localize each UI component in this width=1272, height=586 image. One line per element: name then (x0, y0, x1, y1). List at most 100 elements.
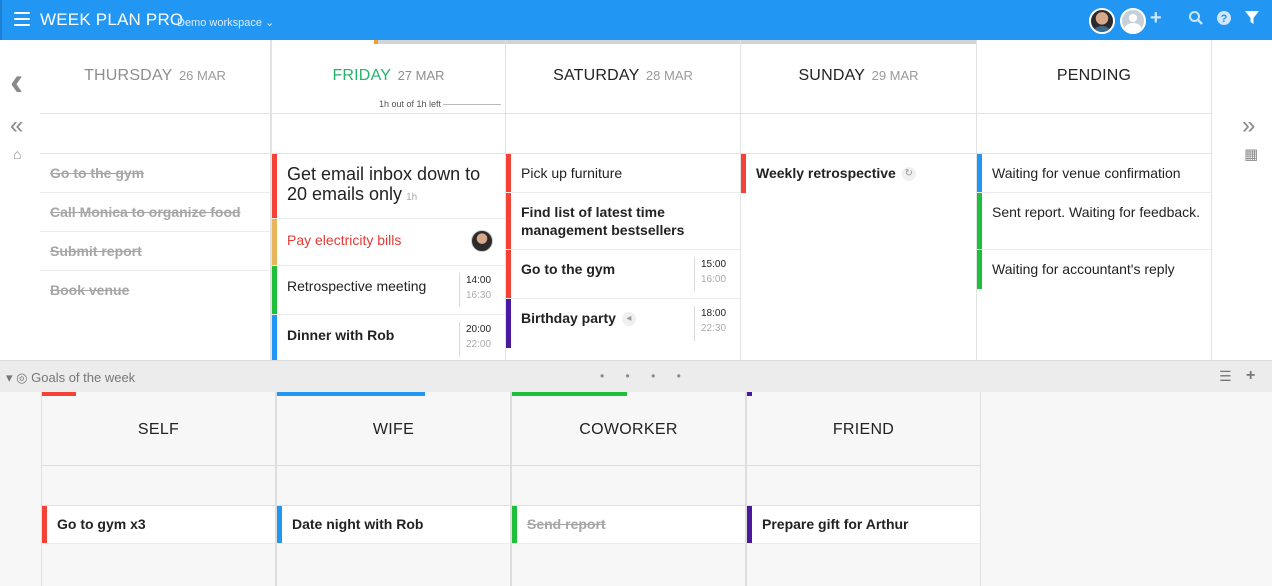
day-name: SATURDAY (553, 67, 640, 84)
pending-column: PENDING Waiting for venue confirmation S… (977, 40, 1212, 360)
task-title: Weekly retrospective (756, 165, 896, 181)
task-card[interactable]: Waiting for venue confirmation (977, 154, 1211, 193)
pending-title: PENDING (1056, 67, 1132, 84)
menu-icon[interactable] (14, 12, 30, 26)
user-avatar[interactable] (1089, 8, 1115, 34)
goal-task-title: Prepare gift for Arthur (762, 516, 909, 532)
add-task-area[interactable] (40, 114, 270, 154)
task-title: Get email inbox down to 20 emails only (287, 164, 481, 204)
end-time: 16:30 (466, 290, 492, 301)
end-time: 16:00 (701, 274, 727, 285)
empty-avatar[interactable] (1120, 8, 1146, 34)
goal-column-coworker: COWORKER Send report (511, 392, 746, 586)
task-card[interactable]: Dinner with Rob 20:00 22:00 (272, 315, 505, 364)
workspace-name: Demo workspace (177, 17, 262, 29)
day-header[interactable]: FRIDAY 27 MAR 1h out of 1h left (272, 40, 505, 114)
add-goal-area[interactable] (512, 466, 745, 506)
goals-toolbar: ▾ ◎ Goals of the week • • • • ☰ + (0, 360, 1272, 392)
day-name: THURSDAY (84, 67, 173, 84)
task-card[interactable]: Find list of latest time management best… (506, 193, 740, 250)
day-name: FRIDAY (332, 67, 392, 84)
task-card[interactable]: Weekly retrospective ↻ (741, 154, 976, 193)
end-time: 22:00 (466, 339, 492, 350)
goals-toggle[interactable]: ▾ ◎ Goals of the week (6, 370, 135, 386)
task-time: 20:00 22:00 (459, 322, 495, 357)
previous-week-icon[interactable]: « (10, 114, 23, 138)
add-goal-area[interactable] (277, 466, 510, 506)
goal-task[interactable]: Go to gym x3 (42, 506, 275, 544)
top-bar: WEEK PLAN PRO Demo workspace ⌄ + ? (0, 0, 1272, 40)
add-goal-area[interactable] (747, 466, 980, 506)
task-title: Find list of latest time management best… (521, 204, 685, 238)
list-icon[interactable]: ☰ (1219, 368, 1232, 385)
task-card[interactable]: Get email inbox down to 20 emails only 1h (272, 154, 505, 219)
pending-header[interactable]: PENDING (977, 40, 1211, 114)
goal-header[interactable]: SELF (42, 392, 275, 466)
add-task-area[interactable] (272, 114, 505, 154)
task-title: Pay electricity bills (287, 232, 402, 248)
goal-header[interactable]: FRIEND (747, 392, 980, 466)
task-title: Dinner with Rob (287, 327, 395, 343)
day-column-sunday: SUNDAY 29 MAR Weekly retrospective ↻ (741, 40, 977, 360)
goal-column-self: SELF Go to gym x3 (41, 392, 276, 586)
task-card[interactable]: Submit report (40, 232, 270, 271)
next-week-icon[interactable]: » (1242, 114, 1255, 138)
workspace-selector[interactable]: Demo workspace ⌄ (177, 16, 274, 29)
time-left-text: 1h out of 1h left (378, 99, 441, 109)
task-card[interactable]: Go to the gym (40, 154, 270, 193)
previous-day-icon[interactable]: ‹ (10, 62, 23, 102)
add-goal-area[interactable] (42, 466, 275, 506)
help-icon[interactable]: ? (1216, 10, 1232, 32)
day-header[interactable]: SUNDAY 29 MAR (741, 40, 976, 114)
goal-task-title: Send report (527, 516, 606, 532)
task-card[interactable]: Waiting for accountant's reply (977, 250, 1211, 289)
goal-task[interactable]: Prepare gift for Arthur (747, 506, 980, 544)
add-task-area[interactable] (506, 114, 740, 154)
goal-progress (512, 392, 627, 396)
task-title: Submit report (50, 243, 142, 259)
day-header[interactable]: THURSDAY 26 MAR (40, 40, 270, 114)
task-title: Book venue (50, 282, 130, 298)
start-time: 15:00 (701, 259, 727, 270)
task-card[interactable]: Call Monica to organize food (40, 193, 270, 232)
goal-header[interactable]: COWORKER (512, 392, 745, 466)
add-task-area[interactable] (977, 114, 1211, 154)
day-column-thursday: THURSDAY 26 MAR Go to the gym Call Monic… (40, 40, 271, 360)
add-goal-icon[interactable]: + (1246, 367, 1255, 385)
task-card[interactable]: Pick up furniture (506, 154, 740, 193)
goal-task[interactable]: Send report (512, 506, 745, 544)
task-title: Waiting for venue confirmation (992, 165, 1181, 181)
home-icon[interactable]: ⌂ (13, 147, 21, 161)
task-card[interactable]: Retrospective meeting 14:00 16:30 (272, 266, 505, 315)
plus-icon[interactable]: + (1150, 8, 1162, 28)
app-title[interactable]: WEEK PLAN PRO (40, 10, 183, 30)
megaphone-icon: ◂ (621, 312, 636, 327)
chevron-down-icon: ⌄ (265, 17, 275, 29)
goal-column-wife: WIFE Date night with Rob (276, 392, 511, 586)
goal-progress (42, 392, 76, 396)
task-time: 18:00 22:30 (694, 306, 730, 341)
day-header[interactable]: SATURDAY 28 MAR (506, 40, 740, 114)
start-time: 18:00 (701, 308, 727, 319)
pagination-dots[interactable]: • • • • (600, 369, 690, 383)
day-date: 27 MAR (397, 68, 445, 83)
task-card[interactable]: Pay electricity bills (272, 219, 505, 266)
task-time: 15:00 16:00 (694, 257, 730, 291)
task-title: Pick up furniture (521, 165, 623, 181)
task-card[interactable]: Go to the gym 15:00 16:00 (506, 250, 740, 299)
task-card[interactable]: Sent report. Waiting for feedback. (977, 193, 1211, 250)
filter-icon[interactable] (1245, 10, 1259, 32)
task-title: Sent report. Waiting for feedback. (992, 204, 1201, 220)
goal-header[interactable]: WIFE (277, 392, 510, 466)
goal-progress (277, 392, 425, 396)
task-title: Go to the gym (50, 165, 145, 181)
add-task-area[interactable] (741, 114, 976, 154)
task-card[interactable]: Birthday party ◂ 18:00 22:30 (506, 299, 740, 348)
goal-task[interactable]: Date night with Rob (277, 506, 510, 544)
search-icon[interactable] (1188, 10, 1204, 32)
goal-column-friend: FRIEND Prepare gift for Arthur (746, 392, 981, 586)
time-left-indicator: 1h out of 1h left (379, 99, 503, 109)
task-card[interactable]: Book venue (40, 271, 270, 309)
assignee-avatar[interactable] (471, 230, 493, 252)
calendar-icon[interactable]: ▦ (1244, 147, 1258, 162)
